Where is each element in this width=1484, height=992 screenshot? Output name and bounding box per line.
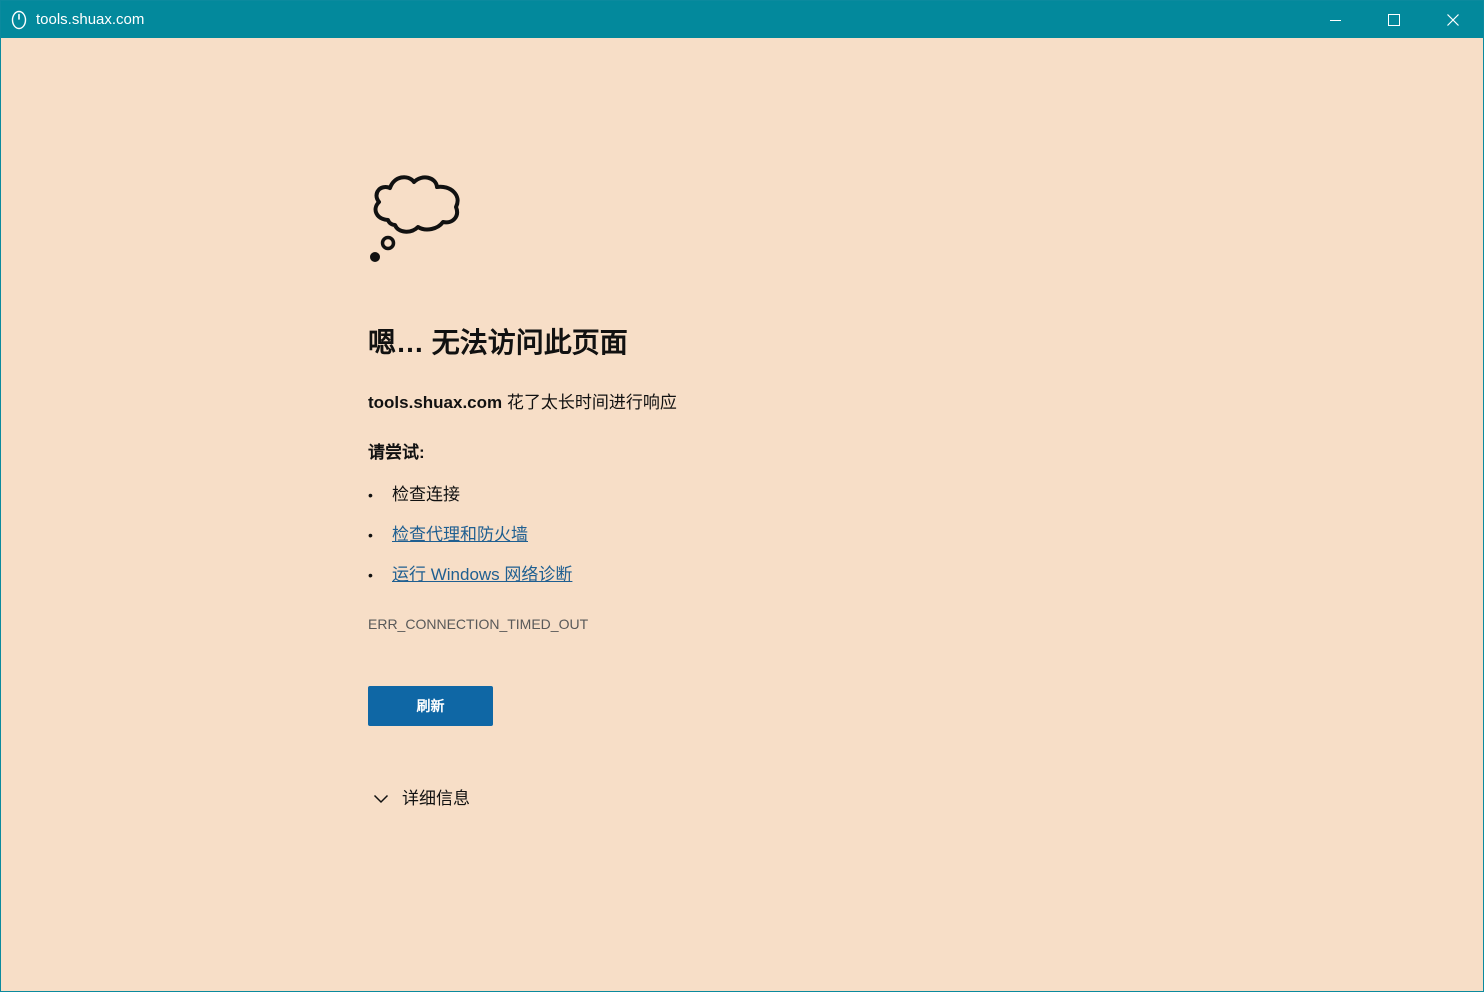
maximize-icon bbox=[1388, 13, 1400, 26]
error-host: tools.shuax.com bbox=[368, 393, 503, 412]
error-message-text: 花了太长时间进行响应 bbox=[502, 393, 677, 412]
minimize-icon bbox=[1330, 19, 1341, 21]
thought-cloud-icon bbox=[370, 175, 460, 262]
error-code: ERR_CONNECTION_TIMED_OUT bbox=[368, 616, 589, 632]
suggestion-item-proxy-firewall: • 检查代理和防火墙 bbox=[368, 523, 572, 563]
error-heading: 嗯… 无法访问此页面 bbox=[368, 327, 628, 358]
browser-window: tools.shuax.com 嗯… 无法访问此页面 tools.shuax.c… bbox=[0, 0, 1484, 992]
maximize-button[interactable] bbox=[1365, 1, 1423, 38]
bullet: • bbox=[368, 487, 373, 503]
close-button[interactable] bbox=[1424, 1, 1482, 38]
error-message: tools.shuax.com 花了太长时间进行响应 bbox=[368, 391, 677, 415]
minimize-button[interactable] bbox=[1307, 1, 1365, 38]
check-proxy-firewall-link[interactable]: 检查代理和防火墙 bbox=[392, 525, 528, 544]
edge-app-icon bbox=[11, 10, 27, 30]
title-bar[interactable]: tools.shuax.com bbox=[1, 1, 1483, 38]
details-toggle[interactable]: 详细信息 bbox=[368, 786, 470, 812]
bullet: • bbox=[368, 567, 373, 583]
suggestion-item-network-diagnostics: • 运行 Windows 网络诊断 bbox=[368, 563, 572, 603]
suggestion-text: 检查连接 bbox=[392, 485, 460, 504]
run-network-diagnostics-link[interactable]: 运行 Windows 网络诊断 bbox=[392, 565, 572, 584]
close-icon bbox=[1447, 13, 1459, 26]
suggestion-item-check-connection: • 检查连接 bbox=[368, 483, 572, 523]
suggestion-list: • 检查连接 • 检查代理和防火墙 • 运行 Windows 网络诊断 bbox=[368, 483, 572, 603]
try-label: 请尝试: bbox=[368, 443, 425, 462]
details-label: 详细信息 bbox=[402, 789, 470, 808]
window-title: tools.shuax.com bbox=[36, 11, 145, 28]
chevron-down-icon bbox=[368, 786, 394, 812]
bullet: • bbox=[368, 527, 373, 543]
refresh-button[interactable]: 刷新 bbox=[368, 686, 493, 726]
